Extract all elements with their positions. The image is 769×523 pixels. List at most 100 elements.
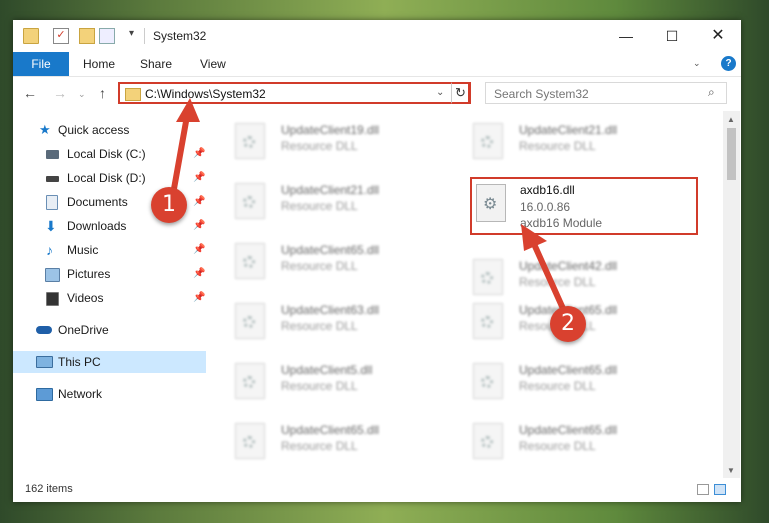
address-path[interactable]: C:\Windows\System32 bbox=[145, 87, 266, 101]
file-tile[interactable]: UpdateClient65.dll Resource DLL bbox=[451, 417, 681, 469]
sidebar-item-quick-access[interactable]: ★ Quick access bbox=[13, 119, 206, 141]
file-tile[interactable]: UpdateClient5.dll Resource DLL bbox=[213, 357, 443, 409]
back-button[interactable]: ← bbox=[23, 85, 37, 101]
file-name: UpdateClient65.dll bbox=[519, 363, 618, 377]
search-box[interactable]: ⌕ bbox=[485, 82, 727, 105]
address-bar[interactable]: C:\Windows\System32 ⌄ bbox=[118, 82, 470, 104]
scrollbar-thumb[interactable] bbox=[727, 128, 736, 180]
sidebar-item-label: Quick access bbox=[58, 123, 130, 137]
pin-icon: 📌 bbox=[193, 196, 206, 207]
download-icon: ⬇ bbox=[45, 218, 57, 234]
file-name: UpdateClient5.dll bbox=[281, 363, 373, 377]
new-folder-icon[interactable] bbox=[79, 28, 95, 44]
pin-icon: 📌 bbox=[193, 268, 206, 279]
file-type: Resource DLL bbox=[281, 139, 358, 153]
dll-file-icon bbox=[473, 303, 503, 339]
file-version: 16.0.0.86 bbox=[520, 200, 571, 214]
drive-icon bbox=[46, 176, 59, 182]
help-icon[interactable]: ? bbox=[721, 56, 736, 71]
documents-icon bbox=[46, 195, 58, 210]
large-icons-view-icon[interactable] bbox=[714, 484, 726, 495]
pin-icon: 📌 bbox=[193, 244, 206, 255]
file-name: UpdateClient19.dll bbox=[281, 123, 380, 137]
dll-file-icon bbox=[235, 303, 265, 339]
sidebar-item-label: Videos bbox=[67, 291, 104, 305]
file-tile[interactable]: UpdateClient21.dll Resource DLL bbox=[451, 117, 681, 169]
folder-icon[interactable] bbox=[23, 28, 39, 44]
file-type: Resource DLL bbox=[519, 139, 596, 153]
drive-icon bbox=[46, 150, 59, 159]
expand-ribbon-icon[interactable]: ⌄ bbox=[693, 58, 701, 69]
pin-icon: 📌 bbox=[193, 172, 206, 183]
scroll-down-icon[interactable]: ▼ bbox=[727, 466, 735, 475]
minimize-button[interactable]: — bbox=[603, 20, 649, 52]
sidebar-item-network[interactable]: Network bbox=[13, 383, 206, 405]
dll-file-icon bbox=[473, 423, 503, 459]
address-dropdown-icon[interactable]: ⌄ bbox=[436, 87, 444, 98]
file-tile[interactable]: UpdateClient21.dll Resource DLL bbox=[213, 177, 443, 229]
sidebar-item-local-disk-d[interactable]: Local Disk (D:) 📌 bbox=[13, 167, 206, 189]
file-name: UpdateClient65.dll bbox=[519, 423, 618, 437]
sidebar-item-onedrive[interactable]: OneDrive bbox=[13, 319, 206, 341]
dll-file-icon bbox=[235, 123, 265, 159]
details-view-icon[interactable] bbox=[697, 484, 709, 495]
highlighted-file-tile[interactable]: ⚙ axdb16.dll 16.0.0.86 axdb16 Module bbox=[470, 177, 698, 235]
search-input[interactable] bbox=[486, 83, 706, 105]
close-button[interactable]: ✕ bbox=[695, 20, 741, 52]
properties-icon[interactable] bbox=[99, 28, 115, 44]
forward-button[interactable]: → bbox=[53, 85, 67, 101]
navigation-bar: ← → ⌄ ↑ C:\Windows\System32 ⌄ ↻ ⌕ bbox=[13, 77, 741, 111]
sidebar-item-pictures[interactable]: Pictures 📌 bbox=[13, 263, 206, 285]
sidebar-item-label: OneDrive bbox=[58, 323, 109, 337]
music-icon: ♪ bbox=[46, 242, 53, 258]
file-tile[interactable]: UpdateClient19.dll Resource DLL bbox=[213, 117, 443, 169]
dll-file-icon bbox=[235, 423, 265, 459]
file-tile[interactable]: UpdateClient63.dll Resource DLL bbox=[213, 297, 443, 349]
item-count: 162 items bbox=[25, 483, 73, 495]
scroll-up-icon[interactable]: ▲ bbox=[727, 115, 735, 124]
up-button[interactable]: ↑ bbox=[99, 85, 106, 101]
recent-locations-icon[interactable]: ⌄ bbox=[78, 89, 86, 100]
sidebar-item-label: Music bbox=[67, 243, 99, 257]
file-type: Resource DLL bbox=[281, 379, 358, 393]
file-name: UpdateClient65.dll bbox=[281, 423, 380, 437]
pin-icon: 📌 bbox=[193, 148, 206, 159]
file-type: Resource DLL bbox=[519, 379, 596, 393]
tab-view[interactable]: View bbox=[200, 52, 226, 76]
file-type: Resource DLL bbox=[519, 275, 596, 289]
star-icon: ★ bbox=[39, 122, 51, 137]
vertical-scrollbar[interactable]: ▲ ▼ bbox=[723, 111, 740, 478]
file-tile[interactable]: UpdateClient65.dll Resource DLL bbox=[213, 237, 443, 289]
sidebar-item-label: Downloads bbox=[67, 219, 127, 233]
file-type: Resource DLL bbox=[519, 439, 596, 453]
file-tile[interactable]: UpdateClient65.dll Resource DLL bbox=[451, 357, 681, 409]
sidebar-item-local-disk-c[interactable]: Local Disk (C:) 📌 bbox=[13, 143, 206, 165]
network-icon bbox=[36, 388, 53, 401]
cloud-icon bbox=[36, 326, 52, 334]
properties-check-icon[interactable]: ✓ bbox=[53, 28, 69, 44]
refresh-button[interactable]: ↻ bbox=[451, 82, 471, 104]
sidebar-item-music[interactable]: ♪ Music 📌 bbox=[13, 239, 206, 261]
maximize-button[interactable]: ☐ bbox=[649, 20, 695, 52]
dll-file-icon bbox=[473, 123, 503, 159]
quick-access-toolbar-dropdown-icon[interactable]: ▾ bbox=[129, 28, 134, 39]
file-name: UpdateClient21.dll bbox=[281, 183, 380, 197]
file-name: UpdateClient21.dll bbox=[519, 123, 618, 137]
file-name: UpdateClient42.dll bbox=[519, 259, 618, 273]
status-bar: 162 items bbox=[13, 478, 741, 502]
tab-share[interactable]: Share bbox=[140, 52, 172, 76]
computer-icon bbox=[36, 356, 53, 368]
sidebar-item-this-pc[interactable]: This PC bbox=[13, 351, 206, 373]
tab-home[interactable]: Home bbox=[83, 52, 115, 76]
folder-icon bbox=[125, 88, 141, 101]
sidebar-item-label: Local Disk (C:) bbox=[67, 147, 146, 161]
tab-file[interactable]: File bbox=[13, 52, 69, 76]
file-tile[interactable]: UpdateClient65.dll Resource DLL bbox=[213, 417, 443, 469]
sidebar-item-label: Network bbox=[58, 387, 103, 401]
pictures-icon bbox=[45, 268, 60, 282]
search-icon[interactable]: ⌕ bbox=[708, 85, 715, 100]
file-name: axdb16.dll bbox=[520, 183, 575, 197]
dll-file-icon bbox=[235, 183, 265, 219]
file-type: Resource DLL bbox=[281, 439, 358, 453]
sidebar-item-videos[interactable]: Videos 📌 bbox=[13, 287, 206, 309]
